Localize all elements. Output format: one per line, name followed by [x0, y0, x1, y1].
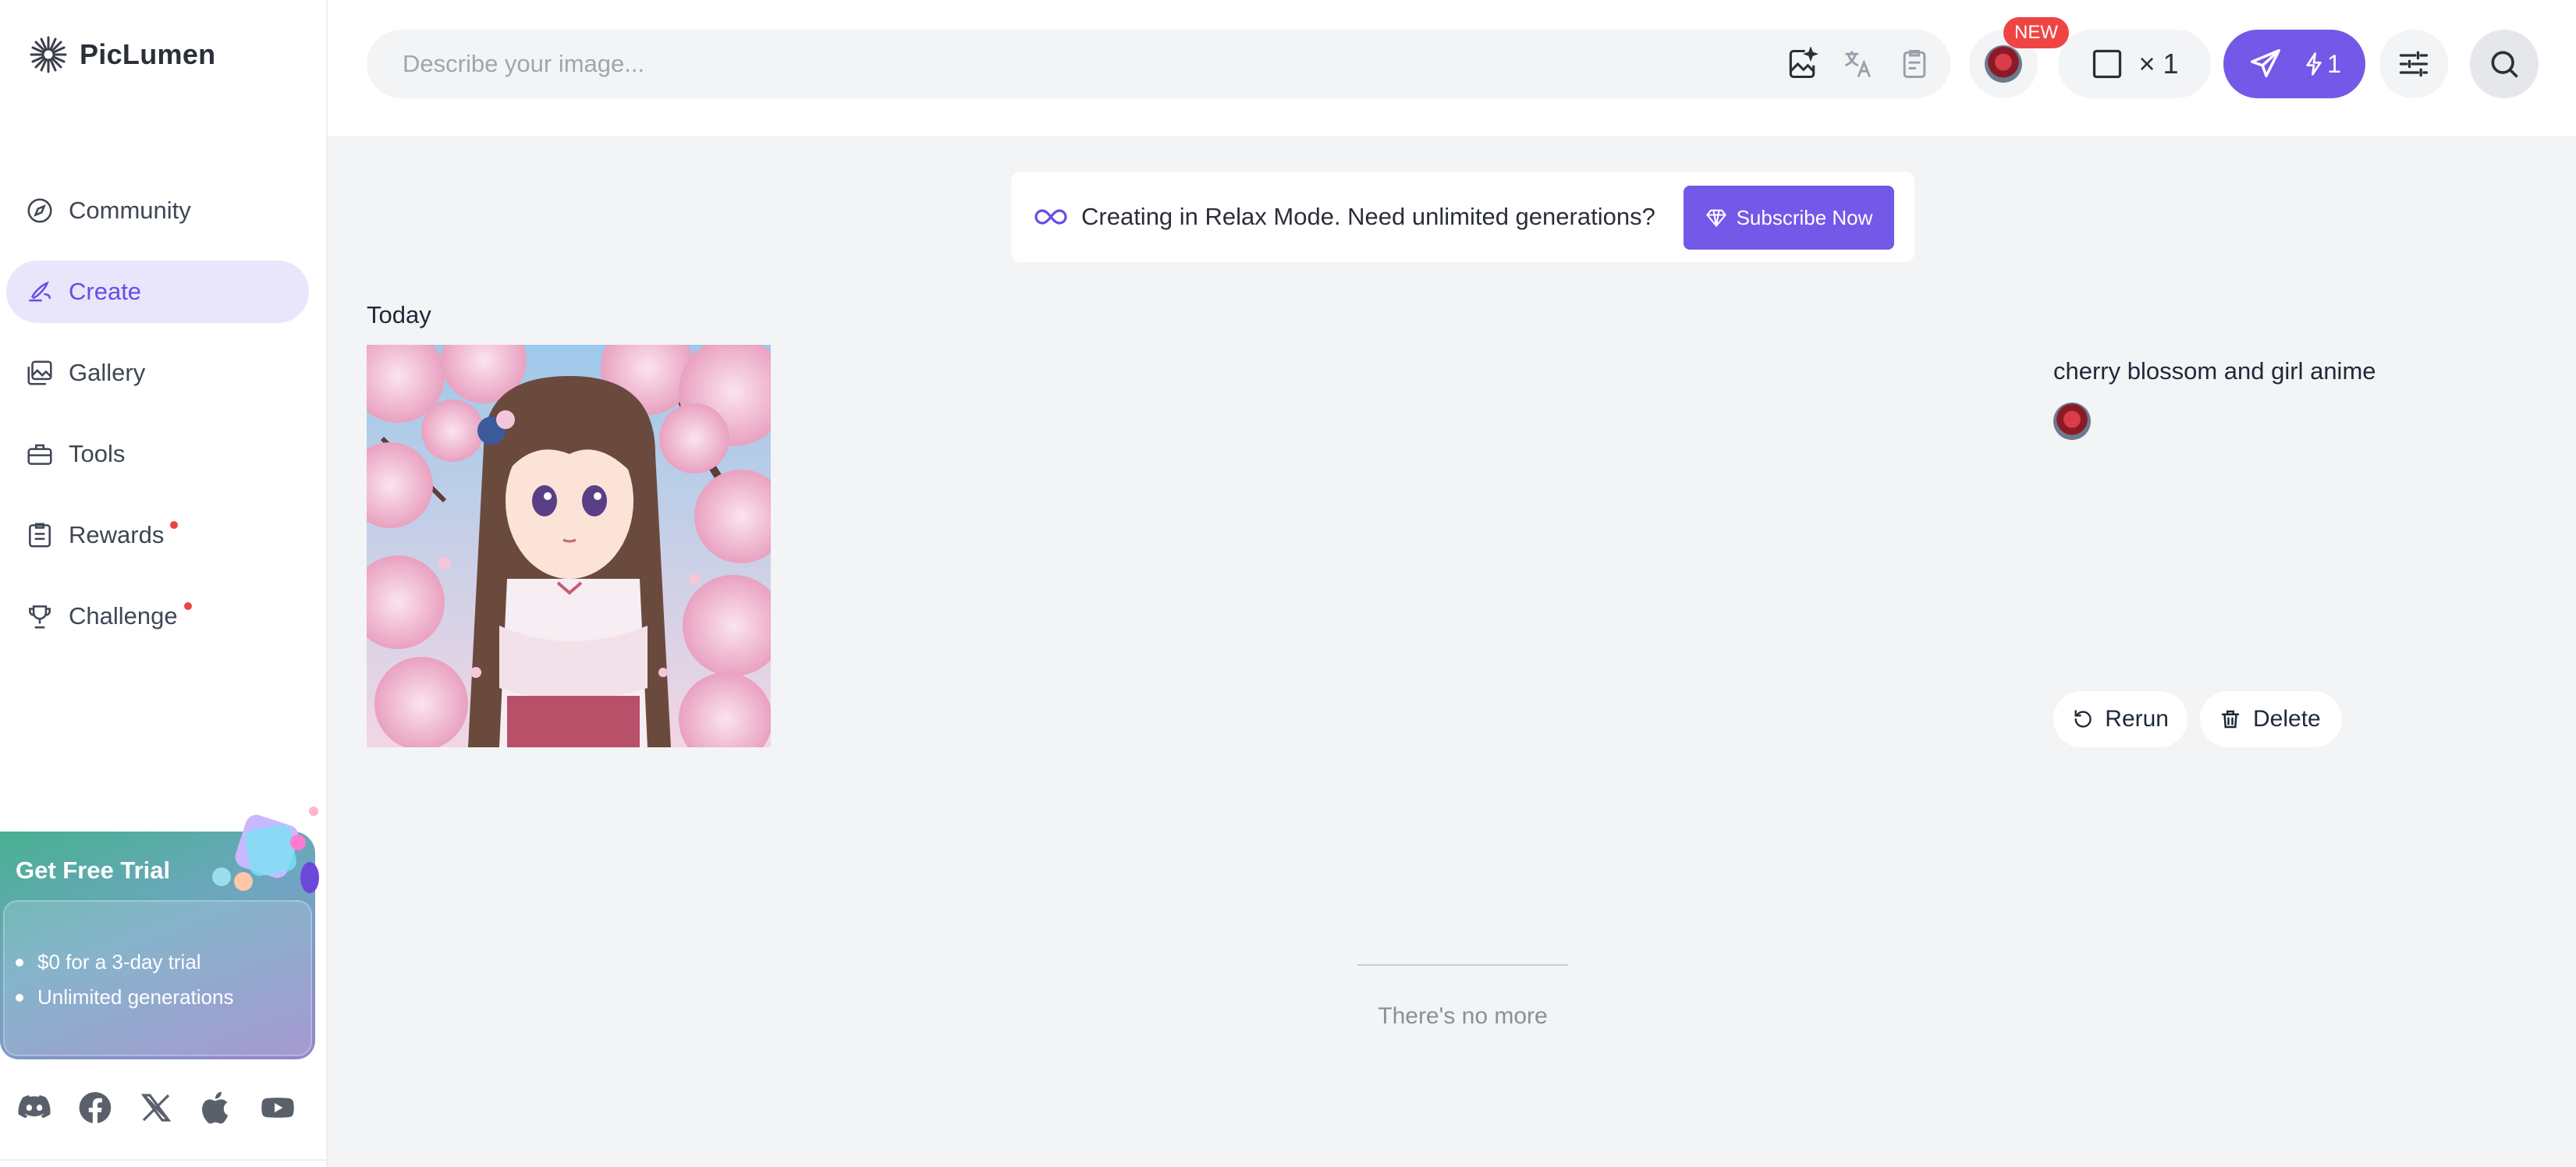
- trial-title: Get Free Trial: [16, 857, 171, 884]
- sidebar-item-gallery[interactable]: Gallery: [6, 342, 309, 404]
- image-prompt-icon[interactable]: [1785, 47, 1819, 81]
- sidebar-item-tools[interactable]: Tools: [6, 423, 309, 485]
- batch-count-label: × 1: [2138, 48, 2179, 80]
- trial-point: Unlimited generations: [16, 985, 233, 1009]
- sidebar-item-label: Create: [69, 278, 142, 305]
- compass-icon: [27, 198, 52, 223]
- apple-icon[interactable]: [198, 1089, 236, 1126]
- trial-point: $0 for a 3-day trial: [16, 950, 233, 974]
- sidebar-item-label: Gallery: [69, 359, 146, 386]
- batch-count-button[interactable]: × 1: [2058, 30, 2211, 98]
- subscribe-button[interactable]: Subscribe Now: [1684, 186, 1894, 250]
- send-icon: [2251, 49, 2281, 78]
- trophy-icon: [29, 605, 51, 629]
- banner-text: Creating in Relax Mode. Need unlimited g…: [1081, 203, 1655, 230]
- refresh-icon: [2074, 710, 2092, 728]
- discord-icon[interactable]: [16, 1089, 53, 1126]
- app-name: PicLumen: [80, 38, 216, 70]
- generated-image[interactable]: [367, 345, 771, 747]
- prompt-document-icon[interactable]: [1897, 47, 1932, 81]
- images-icon: [27, 360, 52, 385]
- search-icon: [2491, 51, 2518, 78]
- toolbox-icon: [27, 444, 52, 465]
- x-icon[interactable]: [137, 1089, 175, 1126]
- lightning-icon: [2306, 52, 2322, 76]
- diamond-icon: [1705, 209, 1726, 227]
- end-divider: [1357, 964, 1568, 966]
- model-avatar: [1985, 45, 2022, 83]
- model-avatar: [2053, 403, 2091, 440]
- trash-icon: [2221, 710, 2240, 729]
- anime-girl-cherry-blossom-image: [367, 345, 771, 747]
- new-badge: NEW: [2003, 17, 2069, 48]
- subscribe-label: Subscribe Now: [1736, 205, 1873, 229]
- prompt-text: cherry blossom and girl anime: [2053, 357, 2376, 385]
- rerun-button[interactable]: Rerun: [2053, 691, 2187, 747]
- prompt-input[interactable]: [403, 30, 1729, 98]
- notification-dot: [183, 602, 192, 610]
- generate-cost-value: 1: [2327, 49, 2341, 78]
- end-of-feed-text: There's no more: [1378, 1003, 1548, 1029]
- sidebar-item-label: Rewards: [69, 521, 165, 548]
- trial-points: $0 for a 3-day trial Unlimited generatio…: [16, 950, 233, 1020]
- settings-button[interactable]: [2379, 30, 2448, 98]
- sidebar-divider: [0, 1159, 328, 1161]
- square-icon: [2093, 49, 2122, 79]
- app-logo[interactable]: PicLumen: [28, 34, 215, 75]
- sidebar-item-challenge[interactable]: Challenge: [6, 585, 309, 647]
- search-button[interactable]: [2470, 30, 2539, 98]
- facebook-icon[interactable]: [76, 1089, 114, 1126]
- clipboard-icon: [29, 523, 51, 548]
- rerun-label: Rerun: [2105, 706, 2169, 732]
- social-links: [16, 1089, 296, 1126]
- sidebar-item-label: Tools: [69, 440, 126, 467]
- sliders-icon: [2399, 51, 2429, 77]
- sidebar-nav: Community Create Gallery Tools Rewards C…: [6, 179, 309, 666]
- sidebar-item-community[interactable]: Community: [6, 179, 309, 242]
- section-date-label: Today: [367, 301, 431, 328]
- delete-label: Delete: [2253, 706, 2321, 732]
- generate-cost: 1: [2304, 50, 2341, 79]
- top-bar: NEW × 1 1: [328, 0, 2576, 136]
- logo-icon: [30, 36, 67, 73]
- prompt-tools: [1785, 47, 1932, 81]
- gift-icon: [212, 807, 319, 893]
- infinity-icon: [1034, 209, 1067, 225]
- generate-button[interactable]: 1: [2223, 30, 2365, 98]
- prompt-bar: [367, 30, 1950, 98]
- sidebar-item-rewards[interactable]: Rewards: [6, 504, 309, 566]
- sidebar-item-create[interactable]: Create: [6, 261, 309, 323]
- sidebar-item-label: Community: [69, 197, 191, 224]
- delete-button[interactable]: Delete: [2200, 691, 2342, 747]
- notification-dot: [170, 521, 179, 529]
- brush-icon: [29, 281, 51, 302]
- free-trial-card[interactable]: Get Free Trial $0 for a 3-day trial Unli…: [0, 807, 319, 1059]
- translate-icon[interactable]: [1841, 47, 1875, 81]
- relax-mode-banner: Creating in Relax Mode. Need unlimited g…: [1011, 172, 1914, 262]
- sidebar-item-label: Challenge: [69, 602, 178, 630]
- youtube-icon[interactable]: [259, 1089, 296, 1126]
- sidebar: PicLumen Community Create Gallery Tools …: [0, 0, 328, 1167]
